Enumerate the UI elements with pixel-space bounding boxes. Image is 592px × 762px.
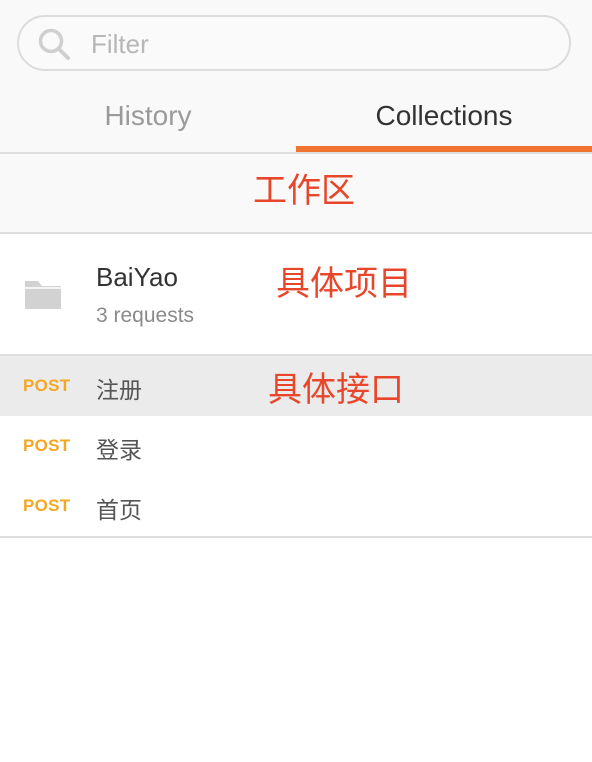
sidebar-header: History Collections xyxy=(0,0,592,152)
annotation-workspace: 工作区 xyxy=(253,171,355,211)
tab-collections[interactable]: Collections xyxy=(296,94,592,152)
request-item[interactable]: POST 首页 xyxy=(0,476,592,536)
folder-icon xyxy=(25,281,61,309)
request-item[interactable]: POST 登录 xyxy=(0,416,592,476)
search-input[interactable] xyxy=(89,23,553,65)
annotation-api: 具体接口 xyxy=(268,370,404,410)
request-method-badge: POST xyxy=(23,376,71,395)
annotation-project: 具体项目 xyxy=(276,264,412,304)
divider xyxy=(0,536,592,538)
search-icon xyxy=(38,28,70,60)
request-name: 登录 xyxy=(96,438,142,464)
tab-history[interactable]: History xyxy=(0,94,296,152)
request-name: 首页 xyxy=(96,498,142,524)
request-method-badge: POST xyxy=(23,436,71,455)
search-box[interactable] xyxy=(17,15,571,71)
request-method-badge: POST xyxy=(23,496,71,515)
collection-name: BaiYao xyxy=(96,262,178,292)
request-name: 注册 xyxy=(96,378,142,404)
collection-request-count: 3 requests xyxy=(96,304,195,327)
